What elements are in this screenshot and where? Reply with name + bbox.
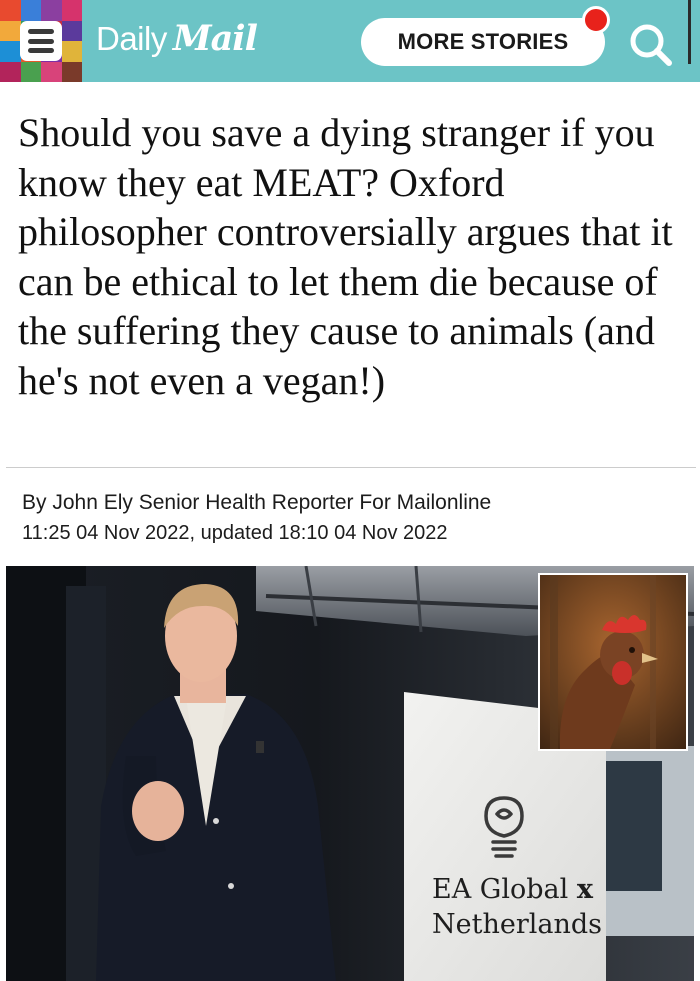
article-headline: Should you save a dying stranger if you … xyxy=(18,110,673,403)
banner-line2: Netherlands xyxy=(432,909,602,940)
banner-x: x xyxy=(576,874,593,905)
notification-dot xyxy=(582,6,610,34)
headline-divider xyxy=(6,467,696,468)
daily-mail-logo[interactable]: Daily Mail xyxy=(96,18,258,64)
ea-global-banner: EA Global x Netherlands xyxy=(432,872,612,942)
inset-chicken-photo[interactable] xyxy=(538,573,688,751)
top-navigation-bar: Daily Mail MORE STORIES xyxy=(0,0,700,82)
logo-mail-text: Mail xyxy=(172,18,258,59)
article-dateline: 11:25 04 Nov 2022, updated 18:10 04 Nov … xyxy=(22,522,448,544)
article-byline[interactable]: By John Ely Senior Health Reporter For M… xyxy=(22,491,491,515)
logo-daily-text: Daily xyxy=(96,20,167,57)
more-stories-button[interactable]: MORE STORIES xyxy=(361,18,605,66)
search-icon[interactable] xyxy=(626,20,674,68)
scroll-indicator xyxy=(688,0,691,64)
hamburger-menu-icon[interactable] xyxy=(20,21,62,61)
banner-line1: EA Global xyxy=(432,874,569,905)
